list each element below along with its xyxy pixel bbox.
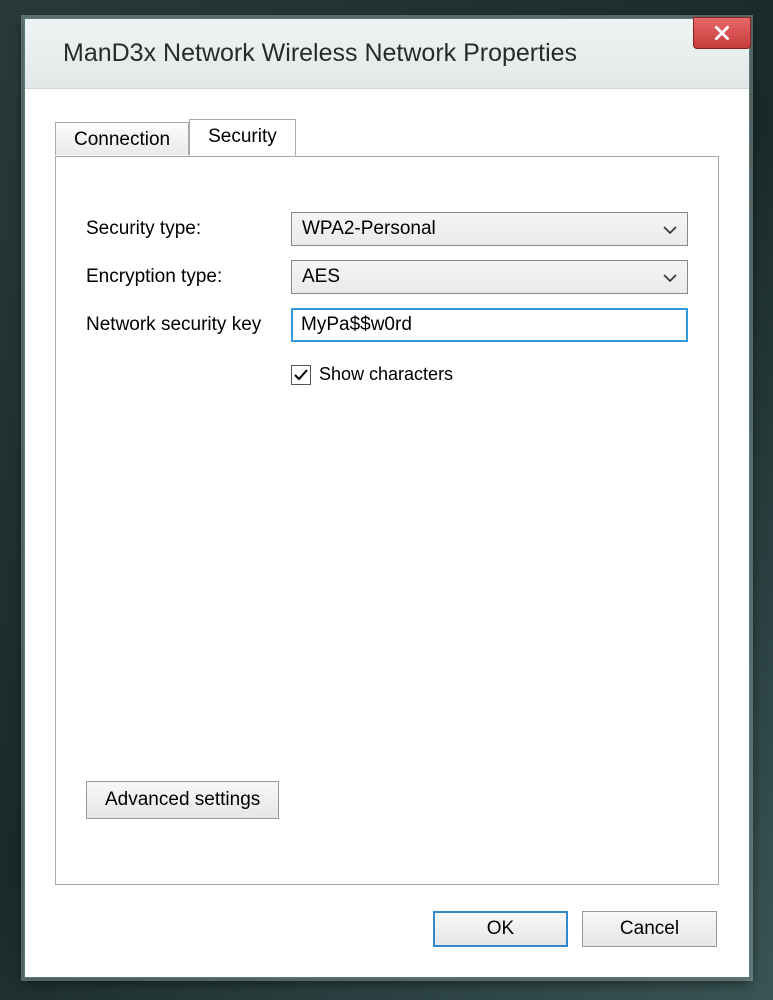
security-type-select[interactable]: WPA2-Personal	[291, 212, 688, 246]
show-characters-checkbox[interactable]: Show characters	[291, 364, 688, 385]
checkbox-box	[291, 365, 311, 385]
encryption-type-label: Encryption type:	[86, 266, 291, 288]
security-type-label: Security type:	[86, 218, 291, 240]
checkmark-icon	[293, 367, 309, 383]
network-key-input[interactable]	[291, 308, 688, 342]
network-key-label: Network security key	[86, 314, 291, 336]
chevron-down-icon	[663, 266, 677, 288]
tab-container: Connection Security Security type: WPA2-…	[55, 119, 719, 885]
dialog-button-row: OK Cancel	[433, 911, 717, 947]
chevron-down-icon	[663, 218, 677, 240]
show-characters-label: Show characters	[319, 364, 453, 385]
close-button[interactable]	[693, 17, 751, 49]
network-key-row: Network security key	[86, 308, 688, 342]
security-type-value: WPA2-Personal	[302, 218, 436, 240]
cancel-button[interactable]: Cancel	[582, 911, 717, 947]
tab-panel-security: Security type: WPA2-Personal Encryption …	[55, 156, 719, 885]
advanced-settings-button[interactable]: Advanced settings	[86, 781, 279, 819]
close-icon	[713, 24, 731, 42]
encryption-type-value: AES	[302, 266, 340, 288]
ok-button[interactable]: OK	[433, 911, 568, 947]
tab-security[interactable]: Security	[189, 119, 296, 156]
properties-dialog: ManD3x Network Wireless Network Properti…	[24, 18, 750, 978]
dialog-title: ManD3x Network Wireless Network Properti…	[63, 39, 577, 68]
security-type-row: Security type: WPA2-Personal	[86, 212, 688, 246]
encryption-type-select[interactable]: AES	[291, 260, 688, 294]
title-bar[interactable]: ManD3x Network Wireless Network Properti…	[25, 19, 749, 89]
tab-strip: Connection Security	[55, 119, 719, 155]
dialog-client-area: Connection Security Security type: WPA2-…	[25, 89, 749, 977]
tab-connection[interactable]: Connection	[55, 122, 189, 155]
encryption-type-row: Encryption type: AES	[86, 260, 688, 294]
